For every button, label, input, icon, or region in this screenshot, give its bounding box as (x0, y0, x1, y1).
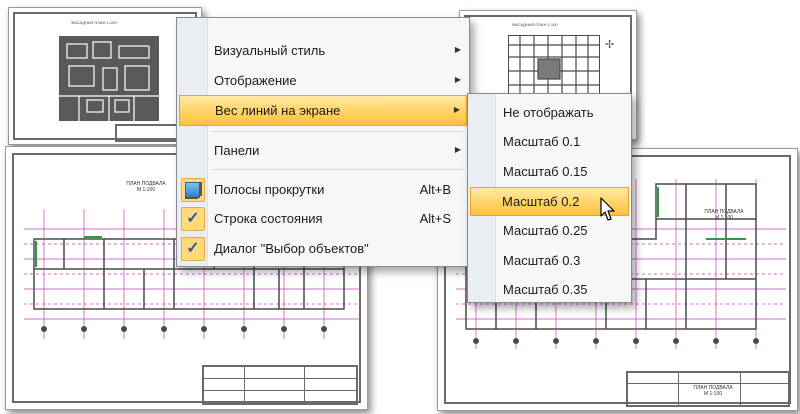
menu-separator (211, 131, 465, 132)
sheet-title: ФАСАДНАЯ ПЛАН 1:100 (71, 20, 117, 25)
submenu-arrow-icon: ▶ (453, 105, 460, 114)
menu-item-label: Диалог "Выбор объектов" (214, 241, 369, 256)
submenu-item-label: Масштаб 0.2 (502, 194, 580, 209)
stamp-title: ПЛАН ПОДВАЛА М 1:100 (688, 385, 738, 397)
submenu-item-label: Масштаб 0.15 (503, 164, 588, 179)
facade-plan-drawing (59, 36, 159, 121)
menu-item-shortcut: Alt+B (419, 182, 451, 197)
mouse-pointer-icon (600, 197, 615, 221)
plan-title: ПЛАН ПОДВАЛА М 1:100 (116, 181, 176, 193)
submenu-arrow-icon: ▶ (454, 145, 461, 154)
title-block (202, 365, 358, 405)
submenu-item-label: Не отображать (503, 105, 594, 120)
view-context-menu: Визуальный стиль ▶ Отображение ▶ Вес лин… (176, 17, 470, 267)
menu-item-scrollbars[interactable]: Полосы прокрутки Alt+B (177, 175, 469, 204)
menu-item-label: Полосы прокрутки (214, 182, 325, 197)
submenu-item-scale-0-35[interactable]: Масштаб 0.35 (470, 276, 629, 303)
stamp-title-line2: М 1:100 (703, 391, 723, 397)
checkmark-icon: ✓ (181, 207, 205, 231)
submenu-item-scale-0-3[interactable]: Масштаб 0.3 (470, 247, 629, 274)
menu-item-label: Отображение (214, 73, 297, 88)
menu-item-label: Визуальный стиль (214, 43, 326, 58)
sheet-title: ФАСАДНАЯ ПЛАН 1:100 (512, 22, 558, 27)
submenu-arrow-icon: ▶ (454, 45, 461, 54)
menu-item-shortcut: Alt+S (419, 211, 451, 226)
plan-title-line2: М 1:100 (136, 187, 156, 193)
checkmark-icon: ✓ (181, 237, 205, 261)
menu-item-status-bar[interactable]: ✓ Строка состояния Alt+S (177, 204, 469, 233)
menu-item-lineweight-display[interactable]: Вес линий на экране ▶ (179, 95, 467, 126)
menu-item-panels[interactable]: Панели ▶ (177, 136, 469, 165)
submenu-item-scale-0-1[interactable]: Масштаб 0.1 (470, 128, 629, 155)
submenu-arrow-icon: ▶ (454, 75, 461, 84)
scrollbars-icon (181, 178, 205, 202)
menu-item-label: Панели (214, 143, 260, 158)
submenu-item-label: Масштаб 0.35 (503, 282, 588, 297)
submenu-item-label: Масштаб 0.1 (503, 134, 581, 149)
menu-item-label: Вес линий на экране (215, 103, 341, 118)
north-arrow-icon: ✢ (605, 39, 615, 51)
submenu-item-label: Масштаб 0.25 (503, 223, 588, 238)
north-arrow-icon: ✢ (148, 40, 158, 52)
drawing-sheet-top-left[interactable]: ФАСАДНАЯ ПЛАН 1:100 ✢ (8, 7, 202, 145)
menu-item-visual-style[interactable]: Визуальный стиль ▶ (177, 36, 469, 65)
menu-item-display[interactable]: Отображение ▶ (177, 66, 469, 95)
submenu-item-label: Масштаб 0.3 (503, 253, 581, 268)
submenu-item-scale-0-15[interactable]: Масштаб 0.15 (470, 158, 629, 185)
submenu-item-no-display[interactable]: Не отображать (470, 99, 629, 126)
menu-item-select-objects-dialog[interactable]: ✓ Диалог "Выбор объектов" (177, 234, 469, 263)
menu-item-label: Строка состояния (214, 211, 323, 226)
menu-separator (211, 169, 465, 170)
